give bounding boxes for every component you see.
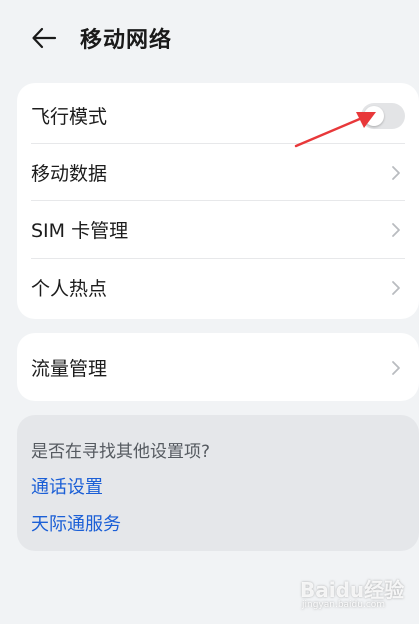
skytone-service-link[interactable]: 天际通服务: [31, 510, 121, 536]
chevron-right-icon: [392, 360, 400, 375]
toggle-knob: [364, 105, 384, 126]
personal-hotspot-label: 个人热点: [31, 278, 108, 300]
sim-management-label: SIM 卡管理: [31, 220, 129, 242]
page-title: 移动网络: [80, 28, 173, 53]
data-usage-label: 流量管理: [31, 358, 108, 380]
data-usage-row[interactable]: 流量管理: [17, 339, 419, 396]
suggestion-question: 是否在寻找其他设置项?: [31, 442, 211, 462]
personal-hotspot-row[interactable]: 个人热点: [17, 259, 419, 316]
baidu-watermark: Baidu经验 jingyan.baidu.com: [300, 568, 410, 614]
mobile-network-page: 移动网络 飞行模式 移动数据 SIM 卡管理 个人热点 流量管理 是否在寻找其他…: [0, 0, 419, 624]
watermark-text: Baidu经验: [300, 578, 405, 602]
chevron-right-icon: [392, 222, 400, 237]
airplane-mode-row[interactable]: 飞行模式: [17, 87, 419, 144]
call-settings-link[interactable]: 通话设置: [31, 473, 103, 499]
airplane-mode-label: 飞行模式: [31, 106, 108, 128]
mobile-data-row[interactable]: 移动数据: [17, 144, 419, 201]
header: 移动网络: [0, 0, 419, 74]
back-button[interactable]: [30, 24, 58, 52]
sim-management-row[interactable]: SIM 卡管理: [17, 201, 419, 258]
settings-group-data-usage: 流量管理: [17, 333, 419, 401]
suggestion-card: 是否在寻找其他设置项? 通话设置 天际通服务: [17, 415, 419, 551]
mobile-data-label: 移动数据: [31, 163, 108, 185]
arrow-left-icon: [32, 27, 57, 49]
settings-group-connectivity: 飞行模式 移动数据 SIM 卡管理 个人热点: [17, 83, 419, 319]
watermark-url: jingyan.baidu.com: [302, 600, 386, 610]
chevron-right-icon: [392, 280, 400, 295]
airplane-mode-toggle[interactable]: [361, 102, 405, 129]
chevron-right-icon: [392, 165, 400, 180]
